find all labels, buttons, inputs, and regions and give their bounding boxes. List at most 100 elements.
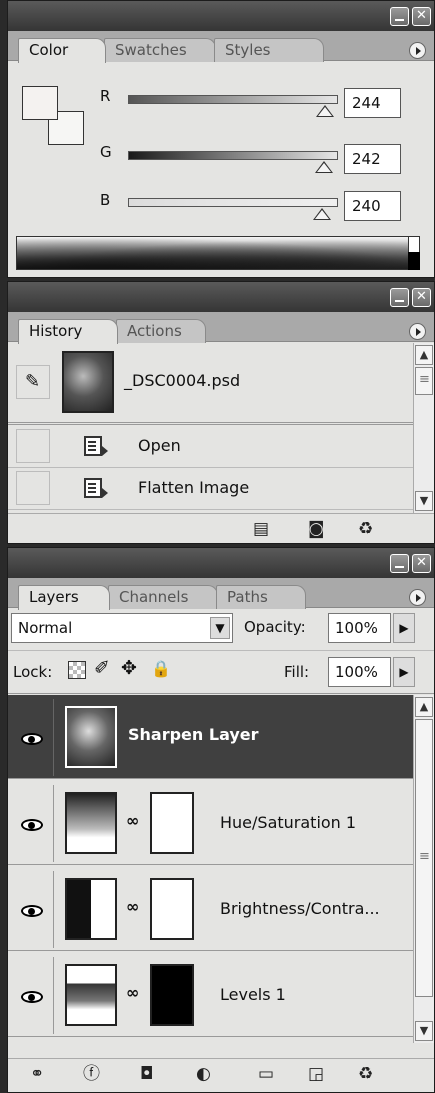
layer-mask-thumbnail[interactable] xyxy=(150,792,194,854)
history-brush-source[interactable] xyxy=(16,429,50,463)
tab-history[interactable]: History xyxy=(18,319,118,344)
history-brush-source[interactable]: ✎ xyxy=(16,365,50,399)
history-snapshot-row[interactable]: ✎ _DSC0004.psd xyxy=(8,343,413,425)
minimize-button[interactable] xyxy=(390,7,409,26)
lock-paint-icon[interactable]: ✐ xyxy=(94,657,110,679)
eye-icon xyxy=(21,733,43,745)
tab-color[interactable]: Color xyxy=(18,38,106,63)
new-document-icon[interactable]: ▤ xyxy=(253,520,269,538)
layer-mask-thumbnail[interactable] xyxy=(150,878,194,940)
history-step-icon xyxy=(84,436,108,456)
scroll-thumb[interactable] xyxy=(415,367,433,395)
tab-swatches[interactable]: Swatches xyxy=(104,38,216,62)
visibility-toggle[interactable] xyxy=(11,871,54,948)
lock-label: Lock: xyxy=(13,663,53,681)
fill-field[interactable]: 100% xyxy=(328,657,391,687)
layer-row-partial[interactable] xyxy=(8,1039,413,1043)
folder-icon[interactable]: ▭ xyxy=(258,1065,274,1083)
link-chain-icon[interactable]: ∞ xyxy=(126,983,139,1002)
history-panel-titlebar[interactable]: ✕ xyxy=(8,282,434,312)
history-step[interactable]: Open xyxy=(8,426,413,468)
history-panel: ✕ History Actions ✎ _DSC0004.psd Open Fl… xyxy=(7,281,435,544)
color-ramp-black-chip[interactable] xyxy=(408,252,420,270)
value-field-r[interactable]: 244 xyxy=(344,88,401,118)
opacity-label: Opacity: xyxy=(244,618,306,636)
snapshot-camera-icon[interactable]: ◙ xyxy=(308,520,325,538)
lock-move-icon[interactable]: ✥ xyxy=(121,657,137,679)
layers-panel-body: Layers Channels Paths Normal ▼ Opacity: … xyxy=(8,578,434,1092)
layers-panel-tabs: Layers Channels Paths xyxy=(8,578,434,610)
slider-r[interactable] xyxy=(128,95,338,104)
history-brush-source[interactable] xyxy=(16,471,50,505)
scroll-up-button[interactable]: ▲ xyxy=(415,345,433,365)
minimize-button[interactable] xyxy=(390,288,409,307)
value-field-b[interactable]: 240 xyxy=(344,191,401,221)
tab-paths[interactable]: Paths xyxy=(216,585,306,609)
blend-mode-select[interactable]: Normal ▼ xyxy=(11,613,233,643)
minimize-button[interactable] xyxy=(390,554,409,573)
opacity-slider-arrow[interactable]: ▶ xyxy=(393,613,415,643)
slider-thumb-g[interactable] xyxy=(315,161,333,173)
layer-style-icon[interactable]: ⓕ xyxy=(83,1065,100,1083)
lock-transparency-icon[interactable] xyxy=(68,661,86,679)
tab-actions[interactable]: Actions xyxy=(116,319,206,343)
new-layer-icon[interactable]: ◲ xyxy=(308,1065,324,1083)
hue-saturation-adjustment-icon xyxy=(65,792,117,854)
layer-mask-thumbnail[interactable] xyxy=(150,964,194,1026)
close-button[interactable]: ✕ xyxy=(412,554,431,573)
scroll-down-button[interactable]: ▼ xyxy=(415,1021,433,1041)
layer-row-levels[interactable]: ∞ Levels 1 xyxy=(8,953,413,1037)
layer-row-brightness-contrast[interactable]: ∞ Brightness/Contra... xyxy=(8,867,413,951)
chevron-down-icon[interactable]: ▼ xyxy=(210,617,230,639)
layer-row-sharpen-layer[interactable]: Sharpen Layer xyxy=(8,695,413,779)
scroll-down-button[interactable]: ▼ xyxy=(415,491,433,511)
history-brush-icon: ✎ xyxy=(25,371,41,392)
lock-all-icon[interactable]: 🔒 xyxy=(151,659,171,678)
link-icon[interactable]: ⚭ xyxy=(30,1065,44,1083)
trash-icon[interactable]: ♻ xyxy=(358,520,373,538)
layer-row-hue-saturation[interactable]: ∞ Hue/Saturation 1 xyxy=(8,781,413,865)
layer-thumbnail xyxy=(65,706,117,768)
panel-menu-button[interactable] xyxy=(409,589,426,606)
tab-layers[interactable]: Layers xyxy=(18,585,110,610)
foreground-color-swatch[interactable] xyxy=(22,86,58,120)
slider-thumb-b[interactable] xyxy=(313,208,331,220)
tab-channels[interactable]: Channels xyxy=(108,585,218,609)
close-button[interactable]: ✕ xyxy=(412,288,431,307)
color-ramp[interactable] xyxy=(16,236,420,270)
layer-name: Levels 1 xyxy=(220,985,286,1004)
panel-menu-button[interactable] xyxy=(409,323,426,340)
history-step-icon xyxy=(84,478,108,498)
trash-icon[interactable]: ♻ xyxy=(358,1065,373,1083)
blend-mode-value: Normal xyxy=(18,619,73,637)
tab-styles[interactable]: Styles xyxy=(214,38,324,62)
visibility-toggle[interactable] xyxy=(11,785,54,862)
link-chain-icon[interactable]: ∞ xyxy=(126,897,139,916)
color-ramp-white-chip[interactable] xyxy=(408,236,420,253)
layers-panel-titlebar[interactable]: ✕ xyxy=(8,548,434,578)
eye-icon xyxy=(21,819,43,831)
slider-b[interactable] xyxy=(128,198,338,207)
slider-thumb-r[interactable] xyxy=(316,105,334,117)
fill-label: Fill: xyxy=(284,663,310,681)
color-panel-titlebar[interactable]: ✕ xyxy=(8,1,434,31)
layer-name: Hue/Saturation 1 xyxy=(220,813,357,832)
history-scrollbar[interactable]: ▲ ▼ xyxy=(413,343,434,513)
opacity-field[interactable]: 100% xyxy=(328,613,391,643)
fill-slider-arrow[interactable]: ▶ xyxy=(393,657,415,687)
close-button[interactable]: ✕ xyxy=(412,7,431,26)
slider-g[interactable] xyxy=(128,151,338,160)
scroll-thumb[interactable] xyxy=(415,719,433,997)
visibility-toggle[interactable] xyxy=(11,699,54,776)
scroll-up-button[interactable]: ▲ xyxy=(415,697,433,717)
value-field-g[interactable]: 242 xyxy=(344,144,401,174)
mask-icon[interactable]: ◘ xyxy=(140,1065,153,1083)
layers-scrollbar[interactable]: ▲ ▼ xyxy=(413,695,434,1043)
adjustment-icon[interactable]: ◐ xyxy=(196,1065,211,1083)
channel-label-r: R xyxy=(100,87,111,105)
visibility-toggle[interactable] xyxy=(11,957,54,1034)
link-chain-icon[interactable]: ∞ xyxy=(126,811,139,830)
color-panel-tabs: Color Swatches Styles xyxy=(8,31,434,63)
history-step[interactable]: Flatten Image xyxy=(8,468,413,510)
panel-menu-button[interactable] xyxy=(409,42,426,59)
